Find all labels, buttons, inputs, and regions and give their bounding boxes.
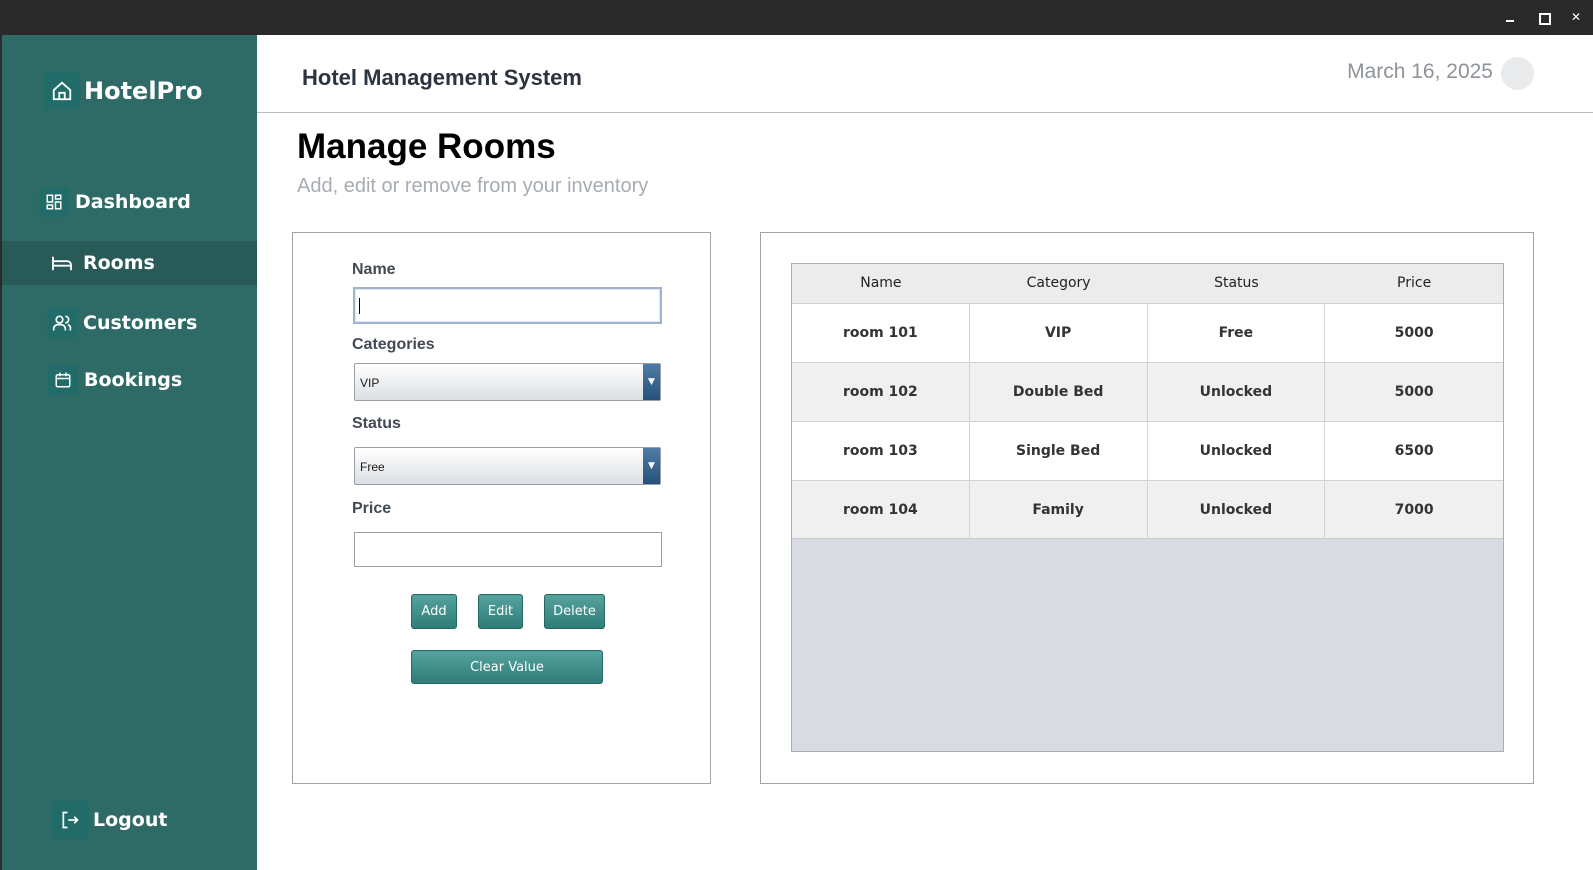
cell-name: room 101 [792, 304, 970, 362]
categories-select[interactable]: VIP ▼ [354, 363, 661, 401]
chevron-down-icon[interactable]: ▼ [643, 364, 660, 400]
current-date: March 16, 2025 [1347, 60, 1493, 83]
price-input[interactable] [354, 532, 662, 567]
clear-value-button[interactable]: Clear Value [411, 650, 603, 684]
sidebar-item-label: Rooms [83, 252, 155, 274]
edit-button[interactable]: Edit [478, 594, 523, 629]
status-value: Free [360, 460, 385, 474]
table-row[interactable]: room 104 Family Unlocked 7000 [792, 480, 1503, 539]
cell-name: room 103 [792, 422, 970, 480]
sidebar-item-bookings[interactable]: Bookings [2, 358, 257, 402]
cell-name: room 102 [792, 363, 970, 421]
table-header: Name Category Status Price [792, 264, 1503, 303]
logout-icon [51, 801, 89, 839]
calendar-icon [48, 365, 78, 395]
cell-status: Free [1148, 304, 1326, 362]
close-button[interactable]: ✕ [1568, 9, 1584, 25]
column-header-price[interactable]: Price [1325, 264, 1503, 303]
cell-status: Unlocked [1148, 422, 1326, 480]
cell-price: 6500 [1394, 443, 1434, 459]
sidebar-item-label: Customers [83, 312, 198, 334]
logout-label: Logout [93, 809, 168, 831]
page-title: Manage Rooms [297, 127, 556, 166]
column-header-name[interactable]: Name [792, 264, 970, 303]
name-input[interactable] [353, 287, 662, 324]
room-form: Name Categories VIP ▼ Status Free ▼ Pric… [292, 232, 711, 784]
status-label: Status [352, 415, 401, 432]
home-icon [44, 72, 80, 109]
cell-name: room 104 [792, 481, 970, 538]
price-label: Price [352, 500, 392, 517]
sidebar-item-dashboard[interactable]: Dashboard [2, 180, 257, 224]
brand-name: HotelPro [84, 76, 203, 105]
cell-status: Unlocked [1148, 363, 1326, 421]
add-button[interactable]: Add [411, 594, 457, 629]
cell-price: 7000 [1394, 502, 1434, 518]
categories-label: Categories [352, 336, 435, 353]
cell-category: Double Bed [970, 363, 1148, 421]
maximize-button[interactable] [1535, 9, 1551, 25]
dashboard-icon [39, 187, 69, 217]
column-header-status[interactable]: Status [1148, 264, 1326, 303]
text-caret [359, 298, 360, 314]
name-label: Name [352, 261, 396, 278]
sidebar-item-rooms[interactable]: Rooms [2, 241, 257, 285]
delete-button[interactable]: Delete [544, 594, 605, 629]
logout-button[interactable]: Logout [2, 798, 257, 842]
table-row[interactable]: room 101 VIP Free 5000 [792, 303, 1503, 362]
cell-price: 5000 [1394, 325, 1434, 341]
brand: HotelPro [44, 72, 202, 109]
categories-value: VIP [360, 376, 380, 390]
sidebar-item-label: Bookings [84, 369, 183, 391]
page-subtitle: Add, edit or remove from your inventory [297, 175, 649, 197]
minimize-button[interactable] [1502, 9, 1518, 25]
column-header-category[interactable]: Category [970, 264, 1148, 303]
cell-category: Single Bed [970, 422, 1148, 480]
chevron-down-icon[interactable]: ▼ [643, 448, 660, 484]
main-content: Hotel Management System March 16, 2025 M… [257, 35, 1593, 870]
sidebar-item-customers[interactable]: Customers [2, 301, 257, 345]
cell-status: Unlocked [1148, 481, 1326, 538]
sidebar: HotelPro Dashboard Rooms Customers Booki… [2, 35, 257, 870]
status-select[interactable]: Free ▼ [354, 447, 661, 485]
bed-icon [47, 248, 77, 278]
rooms-table: Name Category Status Price room 101 VIP … [791, 263, 1504, 752]
cell-category: Family [970, 481, 1148, 538]
table-row[interactable]: room 102 Double Bed Unlocked 5000 [792, 362, 1503, 421]
avatar[interactable] [1501, 57, 1534, 90]
rooms-table-card: Name Category Status Price room 101 VIP … [760, 232, 1534, 784]
users-icon [47, 308, 77, 338]
cell-price: 5000 [1394, 384, 1434, 400]
table-row[interactable]: room 103 Single Bed Unlocked 6500 [792, 421, 1503, 480]
sidebar-item-label: Dashboard [75, 191, 191, 213]
header: Hotel Management System March 16, 2025 [257, 35, 1593, 113]
window-titlebar: ✕ [0, 0, 1593, 35]
cell-category: VIP [970, 304, 1148, 362]
app-title: Hotel Management System [302, 65, 582, 90]
